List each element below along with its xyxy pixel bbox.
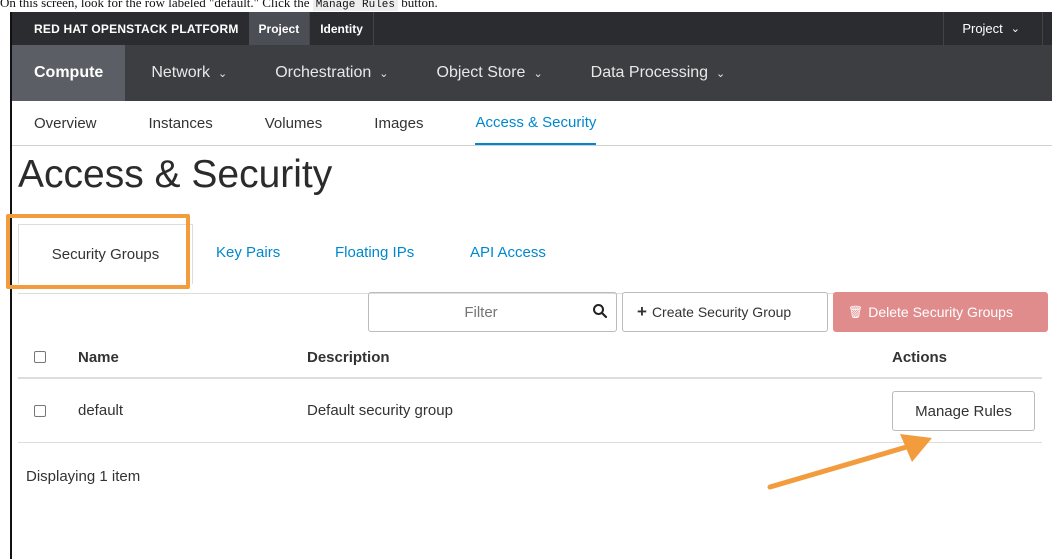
sub-nav: Overview Instances Volumes Images Access…: [12, 101, 1052, 146]
delete-label: Delete Security Groups: [868, 304, 1013, 320]
row-checkbox[interactable]: [34, 404, 46, 417]
nav-orchestration[interactable]: Orchestration ⌄: [253, 45, 410, 101]
manage-rules-button[interactable]: Manage Rules: [892, 391, 1035, 431]
tab-security-groups[interactable]: Security Groups: [18, 224, 193, 284]
content-tabs: Security Groups Key Pairs Floating IPs A…: [18, 224, 1042, 294]
security-groups-table: Name Description Actions default Default…: [18, 337, 1042, 443]
nav-object-store[interactable]: Object Store ⌄: [415, 45, 565, 101]
filter-input[interactable]: [381, 303, 581, 321]
create-security-group-button[interactable]: + Create Security Group: [622, 292, 828, 332]
top-tab-identity[interactable]: Identity: [310, 12, 374, 45]
table-row: default Default security group Manage Ru…: [18, 379, 1042, 443]
header-actions: Actions: [892, 348, 948, 366]
top-bar-edge: [1042, 12, 1052, 45]
header-description: Description: [307, 348, 390, 366]
top-bar: RED HAT OPENSTACK PLATFORM Project Ident…: [12, 12, 1052, 45]
tab-key-pairs[interactable]: Key Pairs: [216, 244, 280, 261]
subnav-images[interactable]: Images: [374, 101, 423, 145]
chevron-down-icon: ⌄: [716, 67, 726, 80]
nav-network[interactable]: Network ⌄: [129, 45, 249, 101]
nav-label: Data Processing: [590, 64, 709, 81]
row-description: Default security group: [307, 402, 453, 419]
subnav-overview[interactable]: Overview: [34, 101, 97, 145]
delete-security-groups-button[interactable]: 🗑 Delete Security Groups: [833, 292, 1048, 332]
nav-label: Object Store: [436, 64, 526, 81]
plus-icon: +: [637, 302, 647, 321]
caption-text-pre: On this screen, look for the row labeled…: [0, 0, 310, 10]
header-name: Name: [78, 348, 119, 366]
table-header: Name Description Actions: [18, 337, 1042, 379]
search-icon[interactable]: [592, 303, 608, 319]
project-dropdown-label: Project: [962, 21, 1003, 36]
nav-data-processing[interactable]: Data Processing ⌄: [569, 45, 748, 101]
tab-api-access[interactable]: API Access: [470, 244, 546, 261]
nav-label: Compute: [34, 64, 104, 81]
tab-floating-ips[interactable]: Floating IPs: [335, 244, 414, 261]
caption-code: Manage Rules: [312, 0, 398, 11]
caption-text-post: button.: [401, 0, 438, 10]
chevron-down-icon: ⌄: [218, 67, 228, 80]
page-title: Access & Security: [18, 153, 333, 196]
main-nav: Compute Network ⌄ Orchestration ⌄ Object…: [12, 45, 1052, 101]
chevron-down-icon: ⌄: [1010, 23, 1020, 35]
chevron-down-icon: ⌄: [379, 67, 389, 80]
brand-logo: RED HAT OPENSTACK PLATFORM: [34, 21, 239, 36]
subnav-access-security[interactable]: Access & Security: [475, 101, 597, 145]
trash-icon: 🗑: [848, 305, 864, 319]
project-dropdown[interactable]: Project ⌄: [943, 12, 1042, 45]
chevron-down-icon: ⌄: [533, 67, 543, 80]
nav-label: Orchestration: [275, 64, 372, 81]
item-count: Displaying 1 item: [26, 468, 141, 485]
filter-field[interactable]: [368, 292, 617, 332]
create-label: Create Security Group: [651, 304, 792, 320]
subnav-volumes[interactable]: Volumes: [265, 101, 323, 145]
nav-compute[interactable]: Compute: [12, 45, 126, 101]
row-name: default: [78, 402, 124, 419]
subnav-instances[interactable]: Instances: [149, 101, 213, 145]
top-tab-project[interactable]: Project: [248, 12, 311, 45]
instruction-caption: On this screen, look for the row labeled…: [0, 0, 1052, 12]
select-all-checkbox[interactable]: [34, 351, 46, 363]
nav-label: Network: [151, 64, 211, 81]
